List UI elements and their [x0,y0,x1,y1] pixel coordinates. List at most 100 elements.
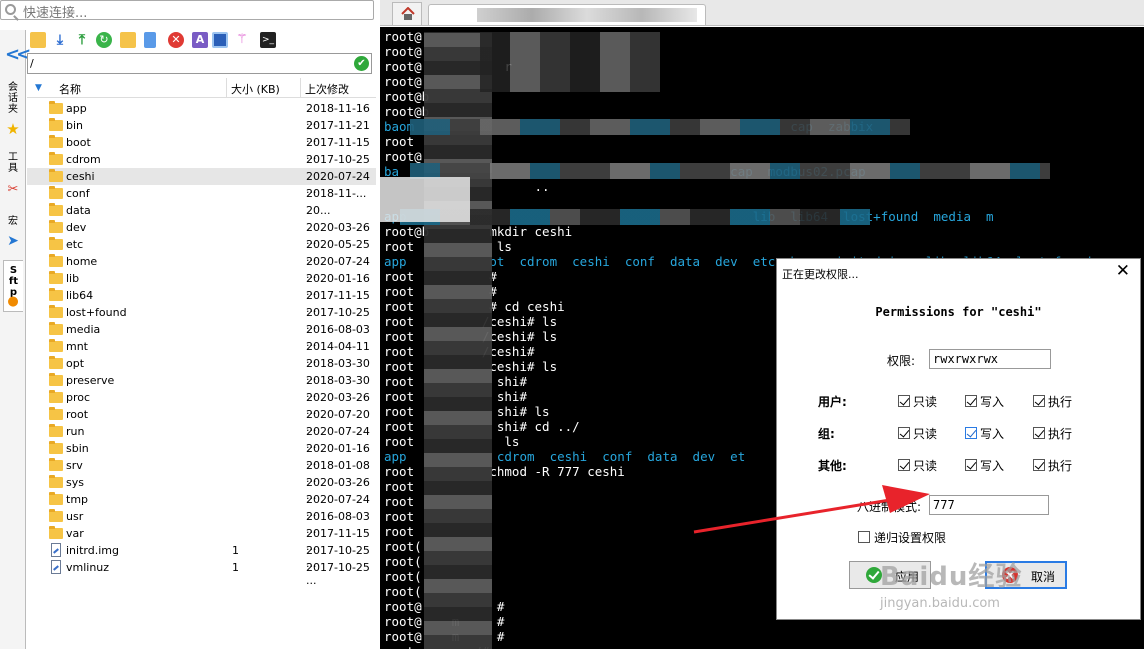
octal-label: 八进制模式: [857,500,922,514]
perm-row-label: 组: [818,427,835,441]
file-row[interactable]: run 2020-07-24 ... [27,423,376,451]
file-row[interactable]: proc 2020-03-26 ... [27,389,376,417]
exec-checkbox[interactable] [1033,395,1045,407]
exec-checkbox[interactable] [1033,459,1045,471]
open-folder-icon[interactable] [30,32,46,48]
file-row[interactable]: lib64 2017-11-15 ... [27,287,376,315]
star-icon[interactable]: ★ [3,122,23,142]
close-icon[interactable]: ✕ [1116,261,1130,281]
file-modified: 2017-10-25 ... [306,561,370,587]
file-row[interactable]: root 2020-07-20 ... [27,406,376,434]
new-file-icon[interactable] [144,32,156,48]
path-input[interactable]: / ✔ [27,53,372,74]
redaction-block [380,177,470,222]
col-size[interactable]: 大小 (KB) [231,81,280,97]
session-tab[interactable] [428,4,706,25]
file-name: var [66,527,84,540]
redaction-block [400,209,870,225]
folder-icon [49,339,63,352]
terminal-icon[interactable]: >_ [260,32,276,48]
file-row[interactable]: boot 2017-11-15 ... [27,134,376,162]
download-icon[interactable]: ⤓ [52,32,68,48]
rename-icon[interactable]: A [192,32,208,48]
write-label: 写入 [980,427,1005,441]
terminal-line: root [384,509,415,524]
folder-icon [49,152,63,165]
write-checkbox[interactable] [965,427,977,439]
file-size: 1 [232,544,239,557]
file-row[interactable]: lib 2020-01-16 ... [27,270,376,298]
terminal-line: root( [384,584,422,599]
tab-title-blur [477,8,697,22]
file-modified: 20... [306,204,331,217]
tab-tools[interactable]: 工具 [3,152,23,182]
file-row[interactable]: etc 2020-05-25 ... [27,236,376,264]
read-checkbox[interactable] [898,395,910,407]
file-row[interactable]: dev 2020-03-26 ... [27,219,376,247]
col-modified[interactable]: 上次修改 [305,81,349,97]
wand-icon[interactable]: ⚚ [234,32,250,48]
perm-row-label: 其他: [818,459,847,473]
folder-icon [49,101,63,114]
col-name[interactable]: 名称 [59,81,81,97]
file-name: cdrom [66,153,101,166]
file-row[interactable]: tmp 2020-07-24 ... [27,491,376,519]
terminal-line: root( [384,569,422,584]
file-row[interactable]: app 2018-11-16 ... [27,100,376,128]
file-row[interactable]: srv 2018-01-08 ... [27,457,376,485]
new-folder-icon[interactable] [120,32,136,48]
write-checkbox[interactable] [965,459,977,471]
file-name: conf [66,187,90,200]
file-row[interactable]: sys 2020-03-26 ... [27,474,376,502]
file-row[interactable]: opt 2018-03-30 ... [27,355,376,383]
file-row[interactable]: mnt 2014-04-11 ... [27,338,376,366]
home-tab[interactable] [392,2,422,25]
octal-field[interactable]: 777 [929,495,1049,515]
file-row[interactable]: var 2017-11-15 ... [27,525,376,553]
file-name: app [66,102,87,115]
exec-checkbox[interactable] [1033,427,1045,439]
file-row[interactable]: conf 2018-11-... [27,185,376,202]
file-row[interactable]: preserve 2018-03-30 ... [27,372,376,400]
app-window: 快速连接... << 会话夹 ★ 工具 ✂ 宏 ➤ Sftp ● ⤓ ⤒ ↻ ✕… [0,0,1144,649]
file-row[interactable]: usr 2016-08-03 ... [27,508,376,536]
read-checkbox[interactable] [898,427,910,439]
file-name: lib64 [66,289,94,302]
read-checkbox[interactable] [898,459,910,471]
tab-sessions[interactable]: 会话夹 [3,82,23,122]
file-row[interactable]: data 20... [27,202,376,219]
read-label: 只读 [913,459,938,473]
file-size: 1 [232,561,239,574]
folder-icon [49,390,63,403]
file-row[interactable]: bin 2017-11-21 ... [27,117,376,145]
properties-icon[interactable] [212,32,228,48]
tab-macros[interactable]: 宏 [3,216,23,234]
file-row[interactable]: ceshi 2020-07-24 ... [27,168,376,196]
collapse-icon[interactable]: << [5,44,31,65]
folder-icon [49,458,63,471]
col-divider [226,78,227,98]
file-name: dev [66,221,87,234]
refresh-icon[interactable]: ↻ [96,32,112,48]
quick-connect-input[interactable]: 快速连接... [0,0,374,21]
terminal-line: root@ [384,149,422,164]
terminal-line: root [384,494,415,509]
file-row[interactable]: initrd.img 1 2017-10-25 ... [27,542,376,570]
file-name: lib [66,272,80,285]
folder-icon [49,186,63,199]
write-checkbox[interactable] [965,395,977,407]
file-name: media [66,323,101,336]
go-icon[interactable]: ✔ [354,56,369,71]
upload-icon[interactable]: ⤒ [74,32,90,48]
delete-icon[interactable]: ✕ [168,32,184,48]
file-row[interactable]: media 2016-08-03 ... [27,321,376,349]
recursive-checkbox[interactable] [858,531,870,543]
file-row[interactable]: cdrom2017-10-25 ... [27,151,376,179]
file-row[interactable]: lost+found 2017-10-25 ... [27,304,376,332]
file-row[interactable]: sbin 2020-01-16 ... [27,440,376,468]
send-icon[interactable]: ➤ [3,234,23,254]
file-row[interactable]: home 2020-07-24 ... [27,253,376,281]
file-row[interactable]: vmlinuz 1 2017-10-25 ... [27,559,376,587]
tools-icon[interactable]: ✂ [3,183,23,202]
permissions-field[interactable]: rwxrwxrwx [929,349,1051,369]
